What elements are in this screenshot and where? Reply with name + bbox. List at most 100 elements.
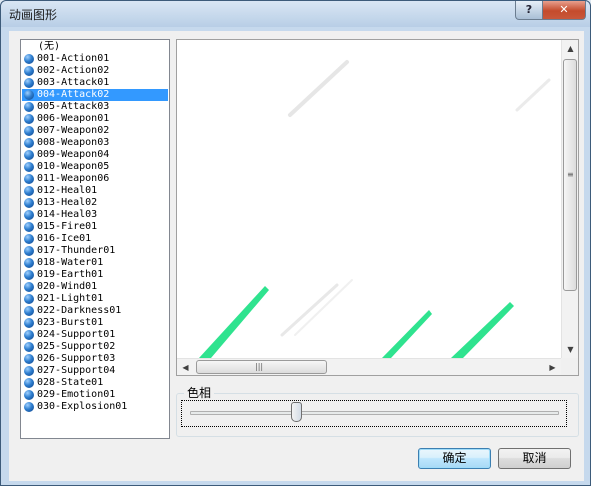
list-item-label: 007-Weapon02 <box>37 125 110 136</box>
green-slash <box>451 302 514 358</box>
list-item[interactable]: 014-Heal03 <box>22 209 168 221</box>
list-item[interactable]: 016-Ice01 <box>22 233 168 245</box>
list-item[interactable]: 003-Attack01 <box>22 77 168 89</box>
blue-orb-icon <box>24 342 34 352</box>
list-item-label: 024-Support01 <box>37 329 116 340</box>
list-item[interactable]: 022-Darkness01 <box>22 305 168 317</box>
list-item[interactable]: 020-Wind01 <box>22 281 168 293</box>
list-item-label: 015-Fire01 <box>37 221 98 232</box>
list-item[interactable]: 015-Fire01 <box>22 221 168 233</box>
list-item[interactable]: (无) <box>22 41 168 53</box>
list-item-label: 006-Weapon01 <box>37 113 110 124</box>
list-item[interactable]: 021-Light01 <box>22 293 168 305</box>
list-item[interactable]: 028-State01 <box>22 377 168 389</box>
cancel-button[interactable]: 取消 <box>498 448 571 469</box>
list-item-label: 014-Heal03 <box>37 209 98 220</box>
preview-canvas <box>177 40 561 358</box>
horizontal-scrollbar[interactable]: ◀ ||| ▶ <box>177 358 561 375</box>
list-item-label: 010-Weapon05 <box>37 161 110 172</box>
list-item[interactable]: 012-Heal01 <box>22 185 168 197</box>
list-item[interactable]: 009-Weapon04 <box>22 149 168 161</box>
list-item[interactable]: 010-Weapon05 <box>22 161 168 173</box>
blue-orb-icon <box>24 246 34 256</box>
vertical-scrollbar[interactable]: ▲ ≡ ▼ <box>561 40 578 358</box>
horizontal-scroll-thumb[interactable]: ||| <box>196 360 327 374</box>
list-item[interactable]: 007-Weapon02 <box>22 125 168 137</box>
list-item[interactable]: 019-Earth01 <box>22 269 168 281</box>
animation-list[interactable]: (无) 001-Action01 002-Action02 003-Attack01 0… <box>20 39 170 439</box>
list-item-label: 029-Emotion01 <box>37 389 116 400</box>
preview-graphic <box>199 60 551 358</box>
list-item-label: 005-Attack03 <box>37 101 110 112</box>
green-slash <box>199 286 269 358</box>
blue-orb-icon <box>24 174 34 184</box>
hue-slider-track[interactable] <box>190 411 559 415</box>
list-item[interactable]: 029-Emotion01 <box>22 389 168 401</box>
blue-orb-icon <box>24 234 34 244</box>
vertical-scroll-thumb[interactable]: ≡ <box>563 59 577 291</box>
list-item-label: 028-State01 <box>37 377 104 388</box>
list-item-label: 004-Attack02 <box>37 89 110 100</box>
animation-preview: ▲ ≡ ▼ ◀ ||| ▶ <box>176 39 579 376</box>
scroll-down-icon[interactable]: ▼ <box>562 341 579 358</box>
list-item[interactable]: 001-Action01 <box>22 53 168 65</box>
grip-icon: ≡ <box>567 170 574 179</box>
blue-orb-icon <box>24 294 34 304</box>
hue-label: 色相 <box>184 384 215 401</box>
blue-orb-icon <box>24 222 34 232</box>
list-item[interactable]: 023-Burst01 <box>22 317 168 329</box>
list-item-label: 030-Explosion01 <box>37 401 128 412</box>
title-bar[interactable]: 动画图形 ? ✕ <box>1 1 590 27</box>
blue-orb-icon <box>24 114 34 124</box>
scroll-left-icon[interactable]: ◀ <box>177 359 194 376</box>
list-item-label: 013-Heal02 <box>37 197 98 208</box>
list-item[interactable]: 026-Support03 <box>22 353 168 365</box>
help-button[interactable]: ? <box>515 1 543 20</box>
blue-orb-icon <box>24 150 34 160</box>
list-item[interactable]: 030-Explosion01 <box>22 401 168 413</box>
list-item-label: 003-Attack01 <box>37 77 110 88</box>
list-item[interactable]: 008-Weapon03 <box>22 137 168 149</box>
list-item-label: 021-Light01 <box>37 293 104 304</box>
list-item[interactable]: 002-Action02 <box>22 65 168 77</box>
blue-orb-icon <box>24 354 34 364</box>
close-button[interactable]: ✕ <box>542 1 586 20</box>
list-item[interactable]: 025-Support02 <box>22 341 168 353</box>
blue-orb-icon <box>24 282 34 292</box>
scroll-up-icon[interactable]: ▲ <box>562 40 579 57</box>
blue-orb-icon <box>24 78 34 88</box>
scroll-corner <box>561 358 578 375</box>
list-item[interactable]: 018-Water01 <box>22 257 168 269</box>
list-item-label: 012-Heal01 <box>37 185 98 196</box>
white-streaks <box>280 60 551 337</box>
list-item-label: 011-Weapon06 <box>37 173 110 184</box>
list-item[interactable]: 011-Weapon06 <box>22 173 168 185</box>
list-item[interactable]: 013-Heal02 <box>22 197 168 209</box>
list-item[interactable]: 024-Support01 <box>22 329 168 341</box>
dialog-client-area: (无) 001-Action01 002-Action02 003-Attack01 0… <box>9 31 584 481</box>
hue-slider-thumb[interactable] <box>291 402 302 422</box>
scroll-right-icon[interactable]: ▶ <box>544 359 561 376</box>
list-item[interactable]: 006-Weapon01 <box>22 113 168 125</box>
list-item-label: 025-Support02 <box>37 341 116 352</box>
blue-orb-icon <box>24 186 34 196</box>
list-item-label: 008-Weapon03 <box>37 137 110 148</box>
blue-orb-icon <box>24 102 34 112</box>
list-item[interactable]: 017-Thunder01 <box>22 245 168 257</box>
ok-button[interactable]: 确定 <box>418 448 491 469</box>
list-item-label: 017-Thunder01 <box>37 245 116 256</box>
list-item[interactable]: 004-Attack02 <box>22 89 168 101</box>
list-item[interactable]: 005-Attack03 <box>22 101 168 113</box>
blue-orb-icon <box>24 198 34 208</box>
blue-orb-icon <box>24 66 34 76</box>
blue-orb-icon <box>24 210 34 220</box>
grip-icon: ||| <box>255 362 264 371</box>
blue-orb-icon <box>24 54 34 64</box>
list-item-label: 016-Ice01 <box>37 233 92 244</box>
window-title: 动画图形 <box>9 8 58 22</box>
list-item[interactable]: 027-Support04 <box>22 365 168 377</box>
list-item-label: 023-Burst01 <box>37 317 104 328</box>
blue-orb-icon <box>24 378 34 388</box>
dialog-window: 动画图形 ? ✕ (无) 001-Action01 002-Action02 003-… <box>0 0 591 486</box>
blue-orb-icon <box>24 390 34 400</box>
